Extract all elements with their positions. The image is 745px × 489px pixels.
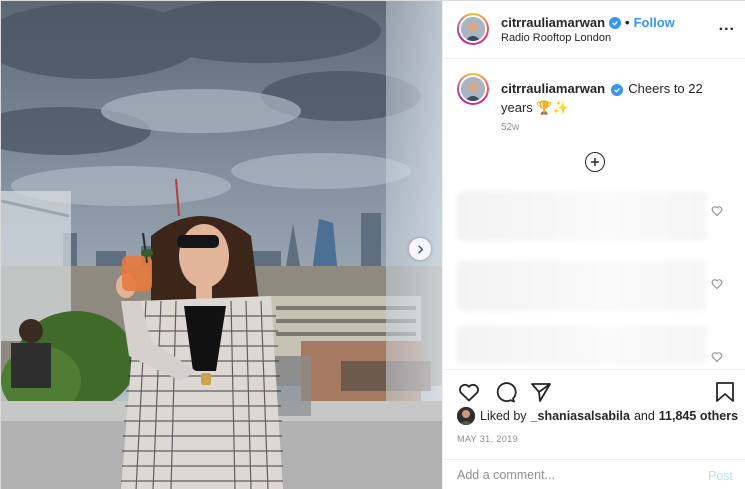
speech-bubble-icon: [496, 382, 517, 403]
author-username[interactable]: citrrauliamarwan: [501, 15, 605, 30]
avatar-photo-icon: [461, 77, 485, 101]
save-button[interactable]: [713, 380, 737, 404]
post-location[interactable]: Radio Rooftop London: [501, 32, 611, 44]
comment-like-button[interactable]: [711, 278, 723, 290]
plus-circle-icon: [591, 158, 599, 166]
likes-joiner: and: [633, 409, 655, 423]
next-photo-button[interactable]: [409, 238, 431, 260]
likes-first-user[interactable]: _shaniasalsabila: [531, 409, 630, 423]
post-header: citrrauliamarwan • Follow Radio Rooftop …: [443, 1, 745, 59]
caption-text: citrrauliamarwan Cheers to 22 years 🏆✨: [501, 79, 731, 117]
post-photo[interactable]: [1, 1, 442, 489]
add-comment-bar: Post: [443, 459, 745, 489]
paper-plane-icon: [531, 383, 551, 402]
likes-summary: Liked by _shaniasalsabila and 11,845 oth…: [457, 407, 738, 425]
load-more-comments-button[interactable]: [585, 152, 605, 172]
blurred-comment: [457, 326, 707, 364]
likes-prefix: Liked by: [480, 409, 527, 423]
liker-avatar[interactable]: [457, 407, 475, 425]
caption-username[interactable]: citrrauliamarwan: [501, 81, 605, 96]
heart-icon: [459, 383, 479, 402]
post-comment-button[interactable]: Post: [708, 469, 733, 483]
caption-time[interactable]: 52w: [501, 122, 519, 133]
heart-icon: [711, 206, 723, 217]
caption-avatar[interactable]: [457, 73, 489, 105]
like-button[interactable]: [457, 380, 481, 404]
avatar-photo-icon: [457, 407, 475, 425]
comment-input[interactable]: [457, 468, 677, 482]
likes-others-link[interactable]: 11,845 others: [659, 409, 738, 423]
heart-icon: [711, 352, 723, 363]
bookmark-icon: [716, 382, 734, 402]
verified-badge-icon: [610, 84, 623, 96]
author-avatar[interactable]: [457, 13, 489, 45]
rooftop-photo-illustration: [1, 1, 442, 489]
avatar-photo-icon: [461, 17, 485, 41]
heart-icon: [711, 279, 723, 290]
separator-dot: •: [625, 15, 630, 30]
comment-like-button[interactable]: [711, 351, 723, 363]
post-side-panel: citrrauliamarwan • Follow Radio Rooftop …: [442, 1, 745, 489]
chevron-right-icon: [417, 244, 423, 254]
comment-like-button[interactable]: [711, 205, 723, 217]
verified-badge-icon: [609, 16, 622, 29]
share-button[interactable]: [529, 380, 553, 404]
blurred-comment: [457, 261, 707, 311]
blurred-comment: [457, 191, 707, 241]
more-options-button[interactable]: ...: [719, 17, 735, 35]
post-actions-bar: [443, 369, 745, 411]
post-modal: citrrauliamarwan • Follow Radio Rooftop …: [0, 0, 745, 489]
post-date[interactable]: MAY 31, 2019: [457, 434, 518, 444]
comment-button[interactable]: [493, 380, 517, 404]
header-user-row: citrrauliamarwan • Follow: [501, 15, 675, 30]
follow-button[interactable]: Follow: [634, 15, 675, 30]
